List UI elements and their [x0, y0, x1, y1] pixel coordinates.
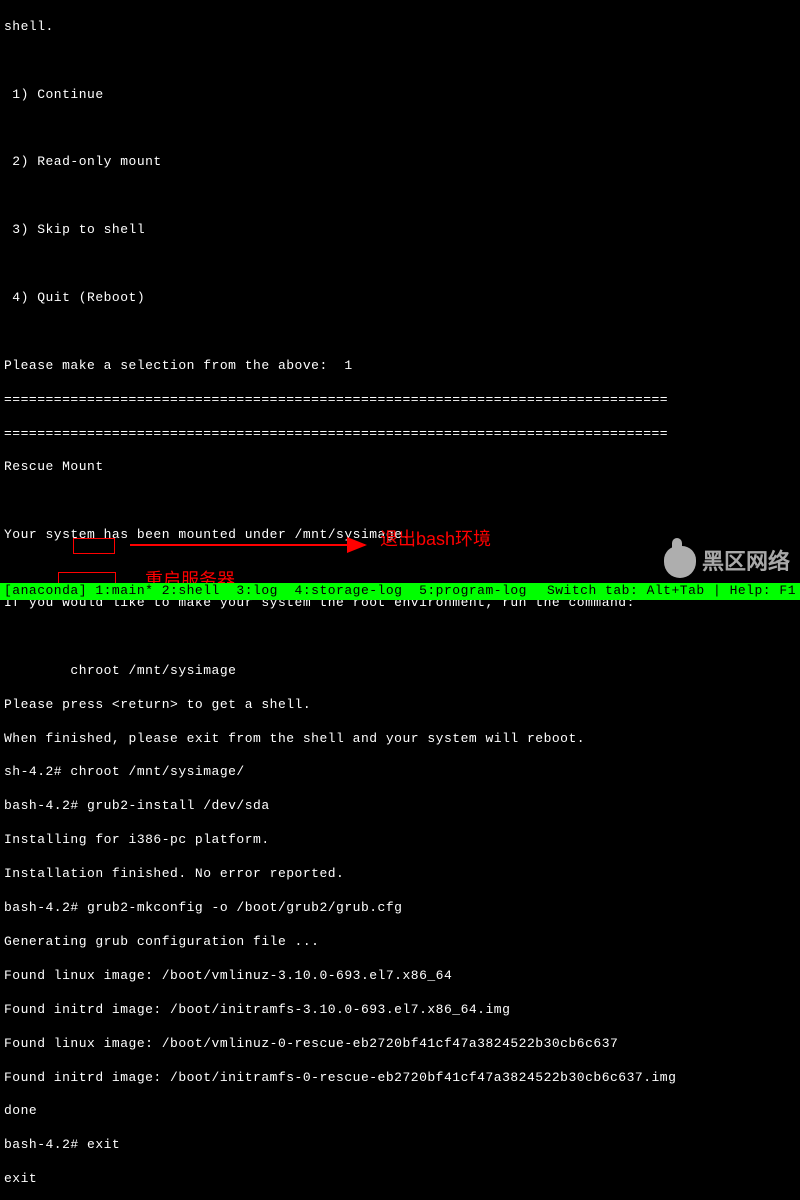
terminal-line [4, 188, 796, 205]
terminal-line: Rescue Mount [4, 459, 796, 476]
terminal-line: 2) Read-only mount [4, 154, 796, 171]
terminal-line [4, 53, 796, 70]
terminal-line: Please make a selection from the above: … [4, 358, 796, 375]
terminal-line: Please press <return> to get a shell. [4, 697, 796, 714]
terminal-line: Found initrd image: /boot/initramfs-3.10… [4, 1002, 796, 1019]
terminal-line: chroot /mnt/sysimage [4, 663, 796, 680]
terminal-line: exit [4, 1171, 796, 1188]
terminal-line: ========================================… [4, 392, 796, 409]
terminal-line: Found initrd image: /boot/initramfs-0-re… [4, 1070, 796, 1087]
terminal-line [4, 121, 796, 138]
terminal-line [4, 324, 796, 341]
terminal-line: bash-4.2# grub2-mkconfig -o /boot/grub2/… [4, 900, 796, 917]
terminal-line: Found linux image: /boot/vmlinuz-0-rescu… [4, 1036, 796, 1053]
terminal-line: Installation finished. No error reported… [4, 866, 796, 883]
anaconda-status-bar: [anaconda] 1:main* 2:shell 3:log 4:stora… [0, 583, 800, 600]
terminal-line: 4) Quit (Reboot) [4, 290, 796, 307]
terminal-line: sh-4.2# chroot /mnt/sysimage/ [4, 764, 796, 781]
terminal-line: Your system has been mounted under /mnt/… [4, 527, 796, 544]
terminal-line [4, 256, 796, 273]
terminal-line: 1) Continue [4, 87, 796, 104]
status-right: Switch tab: Alt+Tab | Help: F1 [547, 583, 796, 600]
terminal-line: Generating grub configuration file ... [4, 934, 796, 951]
status-left: [anaconda] 1:main* 2:shell 3:log 4:stora… [4, 583, 547, 600]
terminal-line: When finished, please exit from the shel… [4, 731, 796, 748]
terminal-line [4, 629, 796, 646]
terminal-line [4, 493, 796, 510]
terminal-line: 3) Skip to shell [4, 222, 796, 239]
terminal-line: bash-4.2# grub2-install /dev/sda [4, 798, 796, 815]
terminal-line: done [4, 1103, 796, 1120]
terminal-line: shell. [4, 19, 796, 36]
terminal-line: ========================================… [4, 426, 796, 443]
terminal-line: bash-4.2# exit [4, 1137, 796, 1154]
terminal-line [4, 561, 796, 578]
terminal-output[interactable]: shell. 1) Continue 2) Read-only mount 3)… [0, 0, 800, 1200]
terminal-line: Found linux image: /boot/vmlinuz-3.10.0-… [4, 968, 796, 985]
terminal-line: Installing for i386-pc platform. [4, 832, 796, 849]
